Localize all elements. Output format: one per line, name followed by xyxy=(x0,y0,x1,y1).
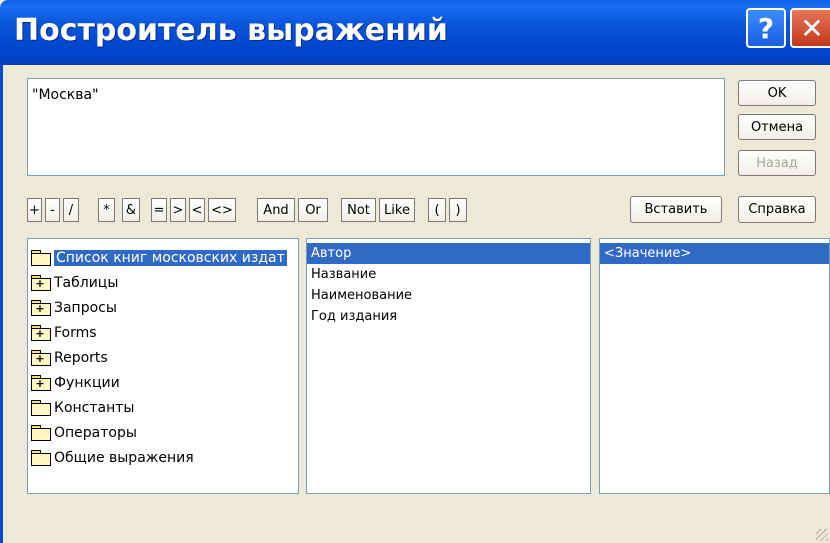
folder-plus-icon[interactable]: + xyxy=(31,375,51,391)
ok-button[interactable]: OK xyxy=(738,80,816,106)
object-tree[interactable]: Список книг московских издат + Таблицы +… xyxy=(27,238,299,494)
operator-concat-button[interactable]: & xyxy=(122,198,140,222)
operator-minus-button[interactable]: - xyxy=(45,198,60,222)
tree-item-forms[interactable]: + Forms xyxy=(28,320,298,345)
value-list[interactable]: <Значение> xyxy=(599,238,830,494)
help-title-button[interactable]: ? xyxy=(746,8,786,48)
close-button[interactable]: ✕ xyxy=(790,8,830,48)
help-icon: ? xyxy=(757,11,775,45)
operator-less-button[interactable]: < xyxy=(189,198,205,222)
tree-item-tables[interactable]: + Таблицы xyxy=(28,270,298,295)
paste-button[interactable]: Вставить xyxy=(630,196,722,223)
operator-greater-button[interactable]: > xyxy=(170,198,186,222)
operator-like-button[interactable]: Like xyxy=(379,198,415,222)
operator-open-paren-button[interactable]: ( xyxy=(428,198,446,222)
operator-plus-button[interactable]: + xyxy=(27,198,42,222)
operator-and-button[interactable]: And xyxy=(257,198,295,222)
folder-plus-icon[interactable]: + xyxy=(31,300,51,316)
window-title: Построитель выражений xyxy=(14,13,448,48)
folder-icon xyxy=(31,425,51,441)
tree-item-common-expressions[interactable]: Общие выражения xyxy=(28,445,298,470)
back-button[interactable]: Назад xyxy=(738,150,816,176)
list-item[interactable]: <Значение> xyxy=(600,243,829,264)
folder-icon xyxy=(31,450,51,466)
tree-item-reports[interactable]: + Reports xyxy=(28,345,298,370)
title-bar[interactable]: Построитель выражений ? ✕ xyxy=(0,0,830,65)
cancel-button[interactable]: Отмена xyxy=(738,114,816,140)
resize-grip[interactable] xyxy=(816,529,828,541)
expression-editor[interactable]: "Москва" xyxy=(27,78,725,176)
list-item[interactable]: Автор xyxy=(307,243,590,264)
help-button[interactable]: Справка xyxy=(738,196,816,223)
list-item[interactable]: Год издания xyxy=(307,306,590,327)
tree-item-functions[interactable]: + Функции xyxy=(28,370,298,395)
tree-item-current-form[interactable]: Список книг московских издат xyxy=(28,245,298,270)
operator-divide-button[interactable]: / xyxy=(63,198,79,222)
folder-plus-icon[interactable]: + xyxy=(31,350,51,366)
operator-not-button[interactable]: Not xyxy=(341,198,376,222)
list-item[interactable]: Название xyxy=(307,264,590,285)
close-icon: ✕ xyxy=(800,11,824,45)
operator-equals-button[interactable]: = xyxy=(151,198,167,222)
tree-item-operators[interactable]: Операторы xyxy=(28,420,298,445)
operator-close-paren-button[interactable]: ) xyxy=(449,198,467,222)
open-folder-icon xyxy=(31,250,51,266)
list-item[interactable]: Наименование xyxy=(307,285,590,306)
tree-item-constants[interactable]: Константы xyxy=(28,395,298,420)
tree-item-queries[interactable]: + Запросы xyxy=(28,295,298,320)
folder-plus-icon[interactable]: + xyxy=(31,275,51,291)
operator-not-equal-button[interactable]: <> xyxy=(208,198,236,222)
folder-icon xyxy=(31,400,51,416)
field-list[interactable]: Автор Название Наименование Год издания xyxy=(306,238,591,494)
operator-multiply-button[interactable]: * xyxy=(98,198,115,222)
folder-plus-icon[interactable]: + xyxy=(31,325,51,341)
operator-or-button[interactable]: Or xyxy=(298,198,328,222)
